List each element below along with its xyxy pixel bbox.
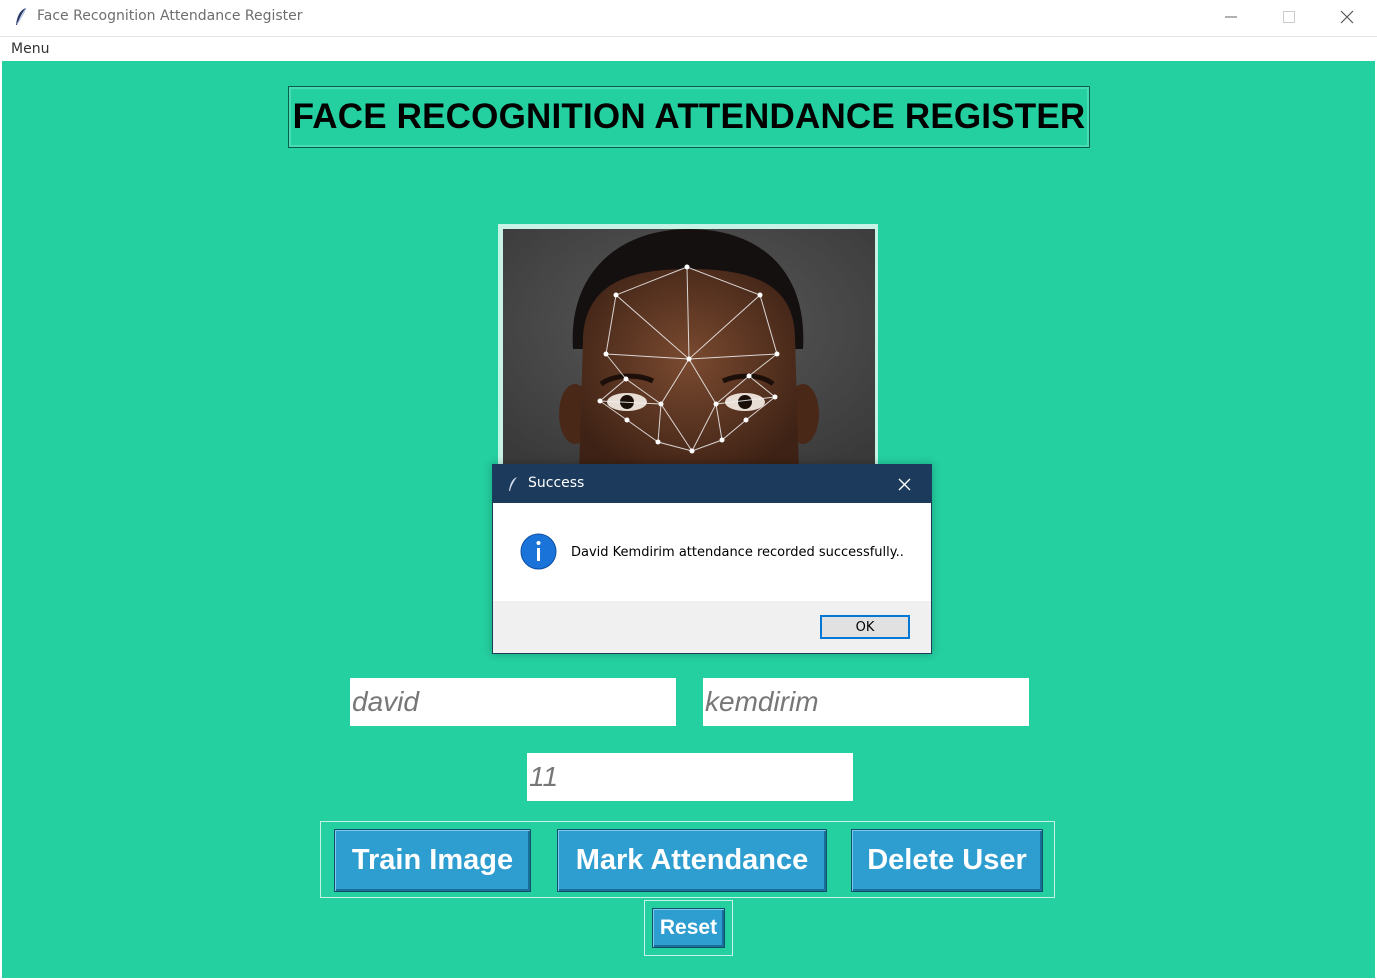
delete-user-button[interactable]: Delete User [851,829,1043,892]
window-title: Face Recognition Attendance Register [37,8,303,24]
dialog-title: Success [528,475,585,491]
minimize-icon [1225,16,1237,18]
last-name-field[interactable]: kemdirim [703,678,1029,726]
minimize-button[interactable] [1202,0,1260,34]
user-id-field[interactable]: 11 [527,753,853,801]
success-dialog: Success David Kemdirim attendance record… [492,464,932,654]
face-photo [498,224,878,474]
heading-frame: FACE RECOGNITION ATTENDANCE REGISTER [288,86,1090,148]
face-landmark-image [503,229,875,471]
close-icon [898,478,910,490]
page-title: FACE RECOGNITION ATTENDANCE REGISTER [292,97,1086,136]
close-button[interactable] [1318,0,1376,34]
ok-button[interactable]: OK [820,615,910,639]
mark-attendance-button[interactable]: Mark Attendance [557,829,827,892]
close-icon [1340,10,1354,24]
window-titlebar: Face Recognition Attendance Register [0,0,1377,34]
menubar: Menu [0,36,1377,61]
train-image-button[interactable]: Train Image [334,829,531,892]
dialog-message: David Kemdirim attendance recorded succe… [571,545,904,560]
reset-button[interactable]: Reset [652,908,725,948]
menu-item-menu[interactable]: Menu [11,41,49,57]
dialog-feather-icon [509,477,517,491]
app-feather-icon [16,7,27,25]
dialog-titlebar: Success [493,465,931,503]
info-icon [520,533,557,570]
dialog-footer: OK [493,601,931,653]
dialog-close-button[interactable] [893,473,915,495]
maximize-button[interactable] [1260,0,1318,34]
maximize-icon [1283,11,1295,23]
first-name-field[interactable]: david [350,678,676,726]
